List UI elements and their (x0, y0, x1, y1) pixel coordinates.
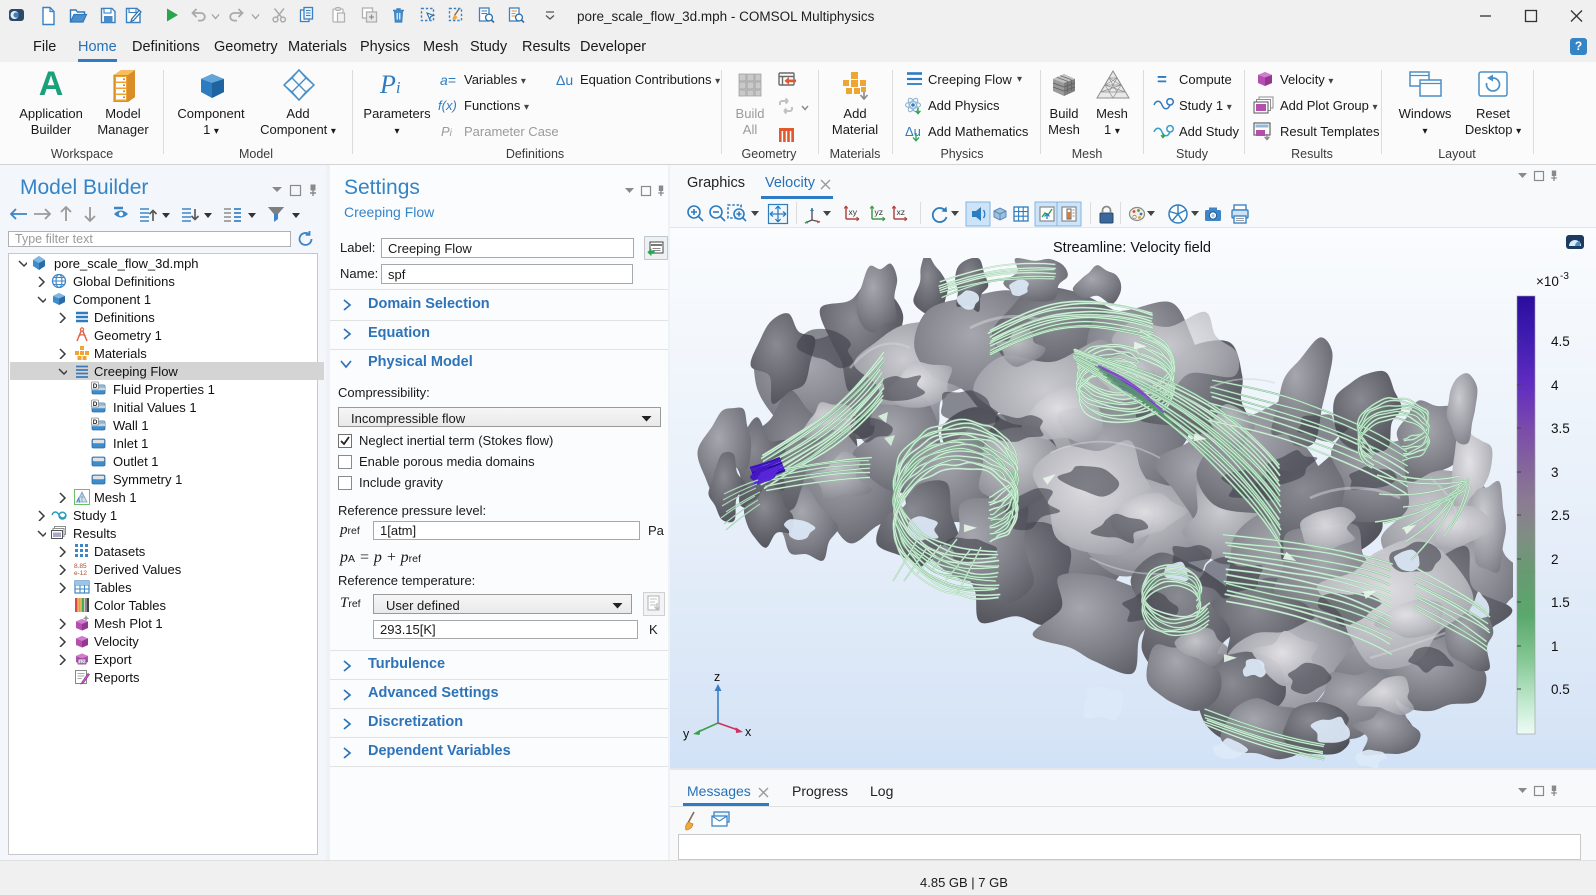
svg-text:1: 1 (1551, 639, 1559, 654)
svg-text:×10: ×10 (1536, 274, 1559, 289)
svg-text:x: x (745, 725, 752, 739)
svg-text:1.5: 1.5 (1551, 595, 1570, 610)
svg-text:4: 4 (1551, 378, 1559, 393)
svg-text:Streamline: Velocity field: Streamline: Velocity field (1053, 240, 1211, 256)
svg-text:y: y (683, 727, 690, 741)
svg-text:3: 3 (1551, 465, 1559, 480)
svg-text:3.5: 3.5 (1551, 421, 1570, 436)
svg-text:yz: yz (875, 207, 884, 217)
svg-text:2: 2 (1551, 552, 1559, 567)
svg-text:0.5: 0.5 (1551, 682, 1570, 697)
svg-text:xz: xz (897, 207, 906, 217)
svg-text:xy: xy (849, 207, 858, 217)
svg-text:-3: -3 (1560, 271, 1569, 282)
svg-text:2.5: 2.5 (1551, 508, 1570, 523)
svg-text:z: z (714, 670, 720, 684)
svg-text:4.5: 4.5 (1551, 334, 1570, 349)
